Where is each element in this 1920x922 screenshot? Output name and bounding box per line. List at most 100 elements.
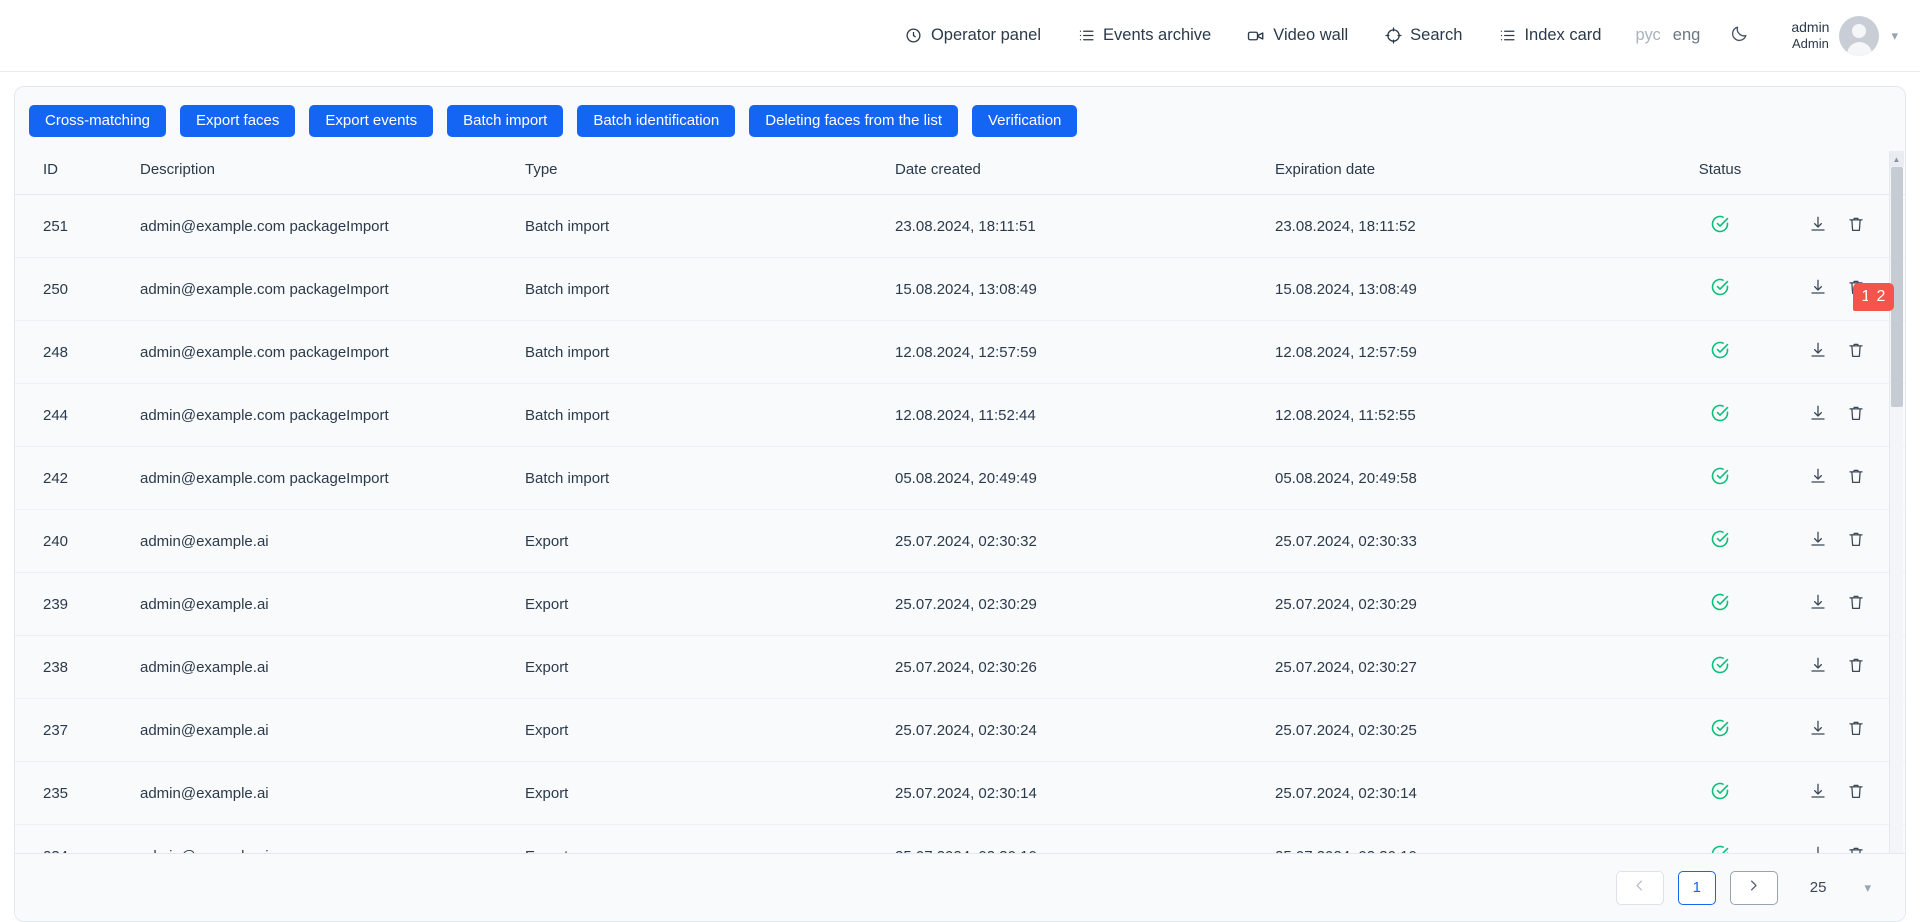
download-button[interactable] xyxy=(1809,341,1827,363)
download-button[interactable] xyxy=(1809,845,1827,853)
cell-actions xyxy=(1785,509,1905,573)
cell-id: 242 xyxy=(15,446,140,510)
row-action-group xyxy=(1809,215,1865,237)
table-row[interactable]: 251 admin@example.com packageImport Batch … xyxy=(15,194,1905,258)
delete-button[interactable] xyxy=(1847,656,1865,678)
nav-item-video-wall[interactable]: Video wall xyxy=(1247,27,1348,45)
trash-icon xyxy=(1847,782,1865,804)
cell-type: Batch import xyxy=(525,320,895,384)
nav-item-search[interactable]: Search xyxy=(1384,27,1462,45)
table-row[interactable]: 237 admin@example.ai Export 25.07.2024, 02:… xyxy=(15,698,1905,762)
cell-expiration-date: 05.08.2024, 20:49:58 xyxy=(1275,446,1655,510)
download-icon xyxy=(1809,341,1827,363)
download-button[interactable] xyxy=(1809,467,1827,489)
nav-item-index-card[interactable]: Index card xyxy=(1498,27,1601,45)
list-icon xyxy=(1498,27,1516,45)
cell-type: Export xyxy=(525,698,895,762)
cell-type: Batch import xyxy=(525,446,895,510)
cross-matching-button[interactable]: Cross-matching xyxy=(29,105,167,137)
list-icon xyxy=(1077,27,1095,45)
table-row[interactable]: 235 admin@example.ai Export 25.07.2024, 02:… xyxy=(15,761,1905,825)
download-button[interactable] xyxy=(1809,530,1827,552)
verification-button[interactable]: Verification xyxy=(972,105,1078,137)
delete-button[interactable] xyxy=(1847,782,1865,804)
deleting-faces-from-the-list-button[interactable]: Deleting faces from the list xyxy=(749,105,958,137)
download-icon xyxy=(1809,656,1827,678)
delete-button[interactable] xyxy=(1847,530,1865,552)
nav-item-operator-panel[interactable]: Operator panel xyxy=(905,27,1041,45)
export-events-button[interactable]: Export events xyxy=(309,105,434,137)
previous-page-button[interactable] xyxy=(1615,870,1664,905)
page-number-1[interactable]: 1 xyxy=(1677,870,1716,905)
delete-button[interactable] xyxy=(1847,593,1865,615)
table-row[interactable]: 238 admin@example.ai Export 25.07.2024, 02:… xyxy=(15,635,1905,699)
download-button[interactable] xyxy=(1809,719,1827,741)
table-row[interactable]: 250 admin@example.com packageImport Batch … xyxy=(15,257,1905,321)
column-header-id[interactable]: ID xyxy=(15,151,140,195)
nav-item-events-archive[interactable]: Events archive xyxy=(1077,27,1211,45)
cell-actions xyxy=(1785,572,1905,636)
export-faces-button[interactable]: Export faces xyxy=(180,105,296,137)
chevron-down-icon[interactable]: ▾ xyxy=(1891,28,1898,44)
column-header-actions xyxy=(1785,151,1905,195)
page-size-value: 25 xyxy=(1809,879,1827,896)
column-header-expiration-date[interactable]: Expiration date xyxy=(1275,151,1655,195)
table-row[interactable]: 240 admin@example.ai Export 25.07.2024, 02:… xyxy=(15,509,1905,573)
cell-status xyxy=(1655,761,1785,825)
cell-expiration-date: 25.07.2024, 02:30:27 xyxy=(1275,635,1655,699)
download-button[interactable] xyxy=(1809,656,1827,678)
next-page-button[interactable] xyxy=(1729,870,1778,905)
batch-import-button[interactable]: Batch import xyxy=(447,105,564,137)
video-camera-icon xyxy=(1247,27,1265,45)
column-header-status[interactable]: Status xyxy=(1655,151,1785,195)
delete-button[interactable] xyxy=(1847,404,1865,426)
table-row[interactable]: 239 admin@example.ai Export 25.07.2024, 02:… xyxy=(15,572,1905,636)
table-row[interactable]: 242 admin@example.com packageImport Batch … xyxy=(15,446,1905,510)
cell-actions xyxy=(1785,698,1905,762)
delete-button[interactable] xyxy=(1847,341,1865,363)
delete-button[interactable] xyxy=(1847,845,1865,853)
download-icon xyxy=(1809,467,1827,489)
cell-description: admin@example.com packageImport xyxy=(140,257,525,321)
cell-actions xyxy=(1785,761,1905,825)
theme-toggle-button[interactable] xyxy=(1730,24,1749,48)
cell-actions xyxy=(1785,194,1905,258)
scroll-up-arrow-icon[interactable]: ▲ xyxy=(1889,151,1904,167)
language-option-ru[interactable]: рус xyxy=(1635,27,1660,44)
delete-button[interactable] xyxy=(1847,719,1865,741)
download-button[interactable] xyxy=(1809,782,1827,804)
cell-actions xyxy=(1785,635,1905,699)
scrollbar-track[interactable] xyxy=(1890,167,1904,853)
user-menu[interactable]: admin Admin ▾ xyxy=(1791,15,1898,56)
delete-button[interactable] xyxy=(1847,278,1865,300)
page-size-selector[interactable]: 25 ▾ xyxy=(1810,879,1871,896)
table-row[interactable]: 248 admin@example.com packageImport Batch … xyxy=(15,320,1905,384)
scrollbar-thumb[interactable] xyxy=(1890,167,1903,407)
check-circle-icon xyxy=(1710,340,1730,360)
download-button[interactable] xyxy=(1809,278,1827,300)
table-row[interactable]: 244 admin@example.com packageImport Batch … xyxy=(15,383,1905,447)
column-header-type[interactable]: Type xyxy=(525,151,895,195)
column-header-description[interactable]: Description xyxy=(140,151,525,195)
table-scrollbar[interactable]: ▲ xyxy=(1889,151,1904,853)
cell-description: admin@example.ai xyxy=(140,824,525,853)
language-option-en[interactable]: eng xyxy=(1673,27,1701,44)
cell-expiration-date: 12.08.2024, 11:52:55 xyxy=(1275,383,1655,447)
download-button[interactable] xyxy=(1809,404,1827,426)
download-button[interactable] xyxy=(1809,593,1827,615)
row-action-group xyxy=(1809,782,1865,804)
table-row[interactable]: 234admin@example.aiExport25.07.2024, 02:… xyxy=(15,824,1905,853)
cell-date-created: 25.07.2024, 02:30:26 xyxy=(895,635,1275,699)
cell-id: 238 xyxy=(15,635,140,699)
delete-button[interactable] xyxy=(1847,467,1865,489)
column-header-date-created[interactable]: Date created xyxy=(895,151,1275,195)
batch-identification-button[interactable]: Batch identification xyxy=(577,105,736,137)
cell-expiration-date: 25.07.2024, 02:30:25 xyxy=(1275,698,1655,762)
download-button[interactable] xyxy=(1809,215,1827,237)
cell-type: Export xyxy=(525,761,895,825)
cell-actions xyxy=(1785,383,1905,447)
delete-button[interactable] xyxy=(1847,215,1865,237)
check-circle-icon xyxy=(1710,844,1730,853)
cell-date-created: 25.07.2024, 02:30:24 xyxy=(895,698,1275,762)
cell-type: Export xyxy=(525,509,895,573)
